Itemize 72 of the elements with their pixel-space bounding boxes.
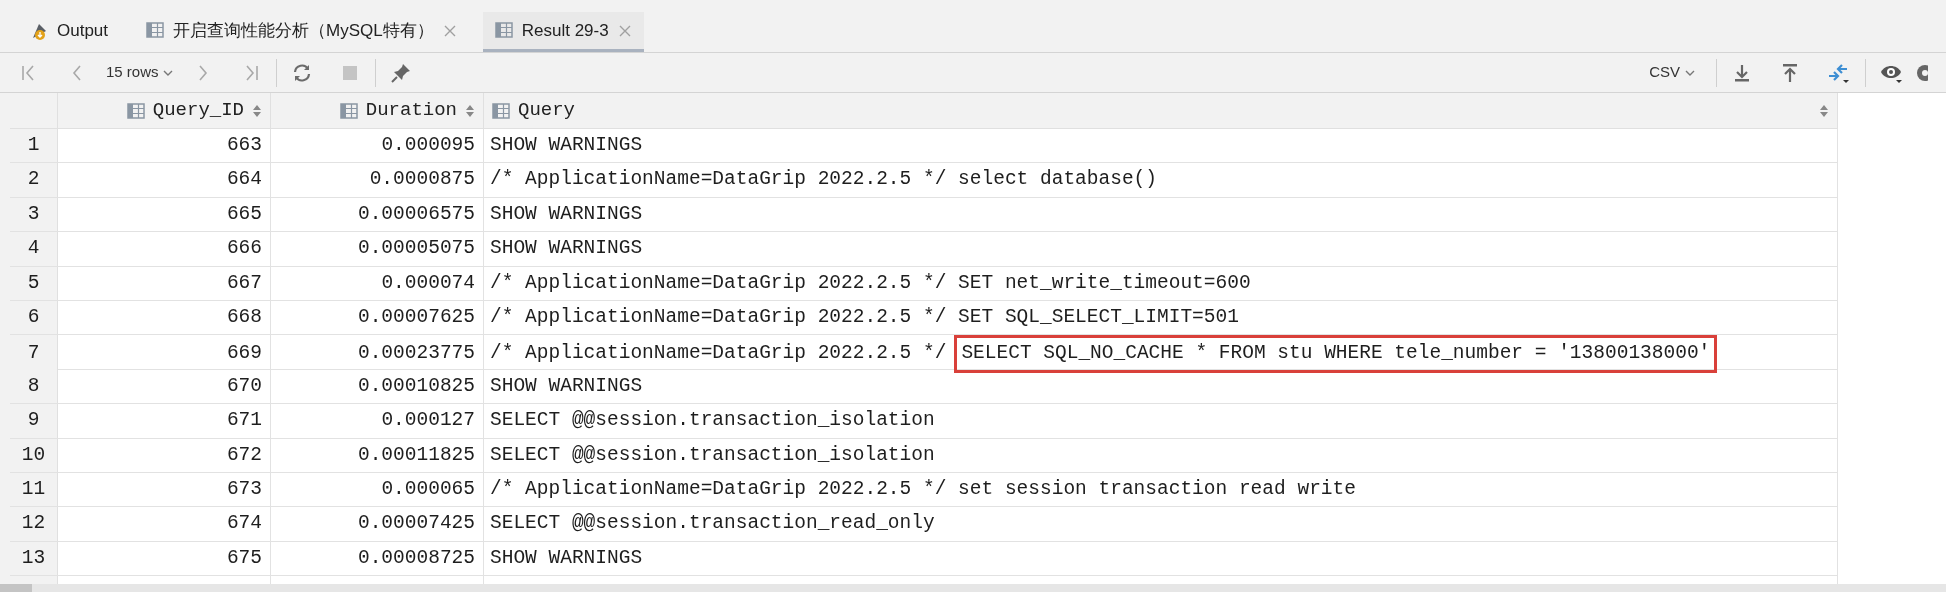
- table-cell: 0.00007625: [271, 300, 484, 335]
- table-cell: 0.000127: [271, 404, 484, 438]
- column-header[interactable]: Duration: [271, 93, 484, 128]
- table-cell: 675: [58, 541, 271, 576]
- table-icon: [492, 102, 510, 119]
- table-cell: 673: [58, 472, 271, 507]
- table-cell: 671: [58, 404, 271, 438]
- sort-icon[interactable]: [1819, 103, 1829, 118]
- table-cell-text: SHOW WARNINGS: [490, 236, 643, 262]
- rows-dropdown[interactable]: 15 rows: [98, 61, 182, 84]
- highlighted-query: SELECT SQL_NO_CACHE * FROM stu WHERE tele_number = '13800138000': [954, 335, 1718, 373]
- tab[interactable]: Output: [18, 12, 121, 52]
- tab[interactable]: 开启查询性能分析（MySQL特有）: [134, 12, 469, 52]
- close-icon[interactable]: [617, 23, 632, 38]
- tab[interactable]: Result 29-3: [482, 12, 644, 52]
- table-cell-text: /* ApplicationName=DataGrip 2022.2.5 */ SET SQL_SELECT_LIMIT=501: [490, 305, 1239, 330]
- table-cell-text: SHOW WARNINGS: [490, 373, 643, 399]
- table-icon: [494, 21, 513, 40]
- table-cell: 672: [58, 438, 271, 472]
- row-number: 7: [10, 335, 58, 373]
- row-number: 2: [10, 163, 58, 197]
- table-cell: 0.00007425: [271, 507, 484, 541]
- row-number: 5: [10, 266, 58, 300]
- table-cell: 0.00005075: [271, 232, 484, 266]
- table-cell-text: /* ApplicationName=DataGrip 2022.2.5 */ SET net_write_timeout=600: [490, 270, 1251, 296]
- table-cell-text: SELECT @@session.transaction_isolation: [490, 408, 935, 434]
- table-cell: 667: [58, 266, 271, 300]
- table-icon: [339, 102, 358, 119]
- table-cell: 0.000074: [271, 266, 484, 300]
- row-number: 11: [10, 472, 58, 507]
- output-icon: [30, 21, 48, 40]
- table-cell-text: SELECT @@session.transaction_read_only: [490, 511, 935, 537]
- row-number: 1: [10, 129, 58, 163]
- table-cell: 0.00006575: [271, 197, 484, 232]
- table-cell: 0.00023775: [271, 335, 484, 373]
- table-cell-text: /* ApplicationName=DataGrip 2022.2.5 */: [490, 341, 947, 367]
- table-cell: 0.000095: [271, 129, 484, 163]
- table-cell: 0.00008725: [271, 541, 484, 576]
- sort-icon[interactable]: [252, 103, 262, 118]
- table-cell: 670: [58, 369, 271, 404]
- table-cell: 0.0000875: [271, 163, 484, 197]
- table-cell: 664: [58, 163, 271, 197]
- scrollbar-thumb[interactable]: [0, 584, 32, 592]
- close-icon[interactable]: [442, 23, 457, 38]
- table-cell-text: SHOW WARNINGS: [490, 201, 643, 227]
- table-icon: [126, 102, 145, 119]
- table-cell: 0.00010825: [271, 369, 484, 404]
- row-number: 13: [10, 541, 58, 576]
- table-cell-text: SHOW WARNINGS: [490, 133, 643, 159]
- table-cell-text: /* ApplicationName=DataGrip 2022.2.5 */ select database(): [490, 167, 1157, 193]
- table-cell-text: SHOW WARNINGS: [490, 545, 643, 571]
- row-number: 9: [10, 404, 58, 438]
- table-cell-text: /* ApplicationName=DataGrip 2022.2.5 */ set session transaction read write: [490, 476, 1356, 502]
- table-cell-text: SELECT @@session.transaction_isolation: [490, 442, 935, 468]
- table-icon: [146, 21, 165, 40]
- table-cell: 0.00011825: [271, 438, 484, 472]
- export-format-dropdown[interactable]: CSV: [1643, 61, 1702, 84]
- table-cell: 668: [58, 300, 271, 335]
- sort-icon[interactable]: [465, 103, 475, 118]
- row-number: 4: [10, 232, 58, 266]
- row-number: 6: [10, 300, 58, 335]
- pin-icon[interactable]: [389, 61, 412, 84]
- table-cell: 663: [58, 129, 271, 163]
- table-cell: 674: [58, 507, 271, 541]
- column-header[interactable]: Query_ID: [58, 93, 271, 128]
- table-cell: 0.000065: [271, 472, 484, 507]
- table-cell: 666: [58, 232, 271, 266]
- row-number: 3: [10, 197, 58, 232]
- row-number: 12: [10, 507, 58, 541]
- row-number: 10: [10, 438, 58, 472]
- table-cell: 665: [58, 197, 271, 232]
- table-cell: 669: [58, 335, 271, 373]
